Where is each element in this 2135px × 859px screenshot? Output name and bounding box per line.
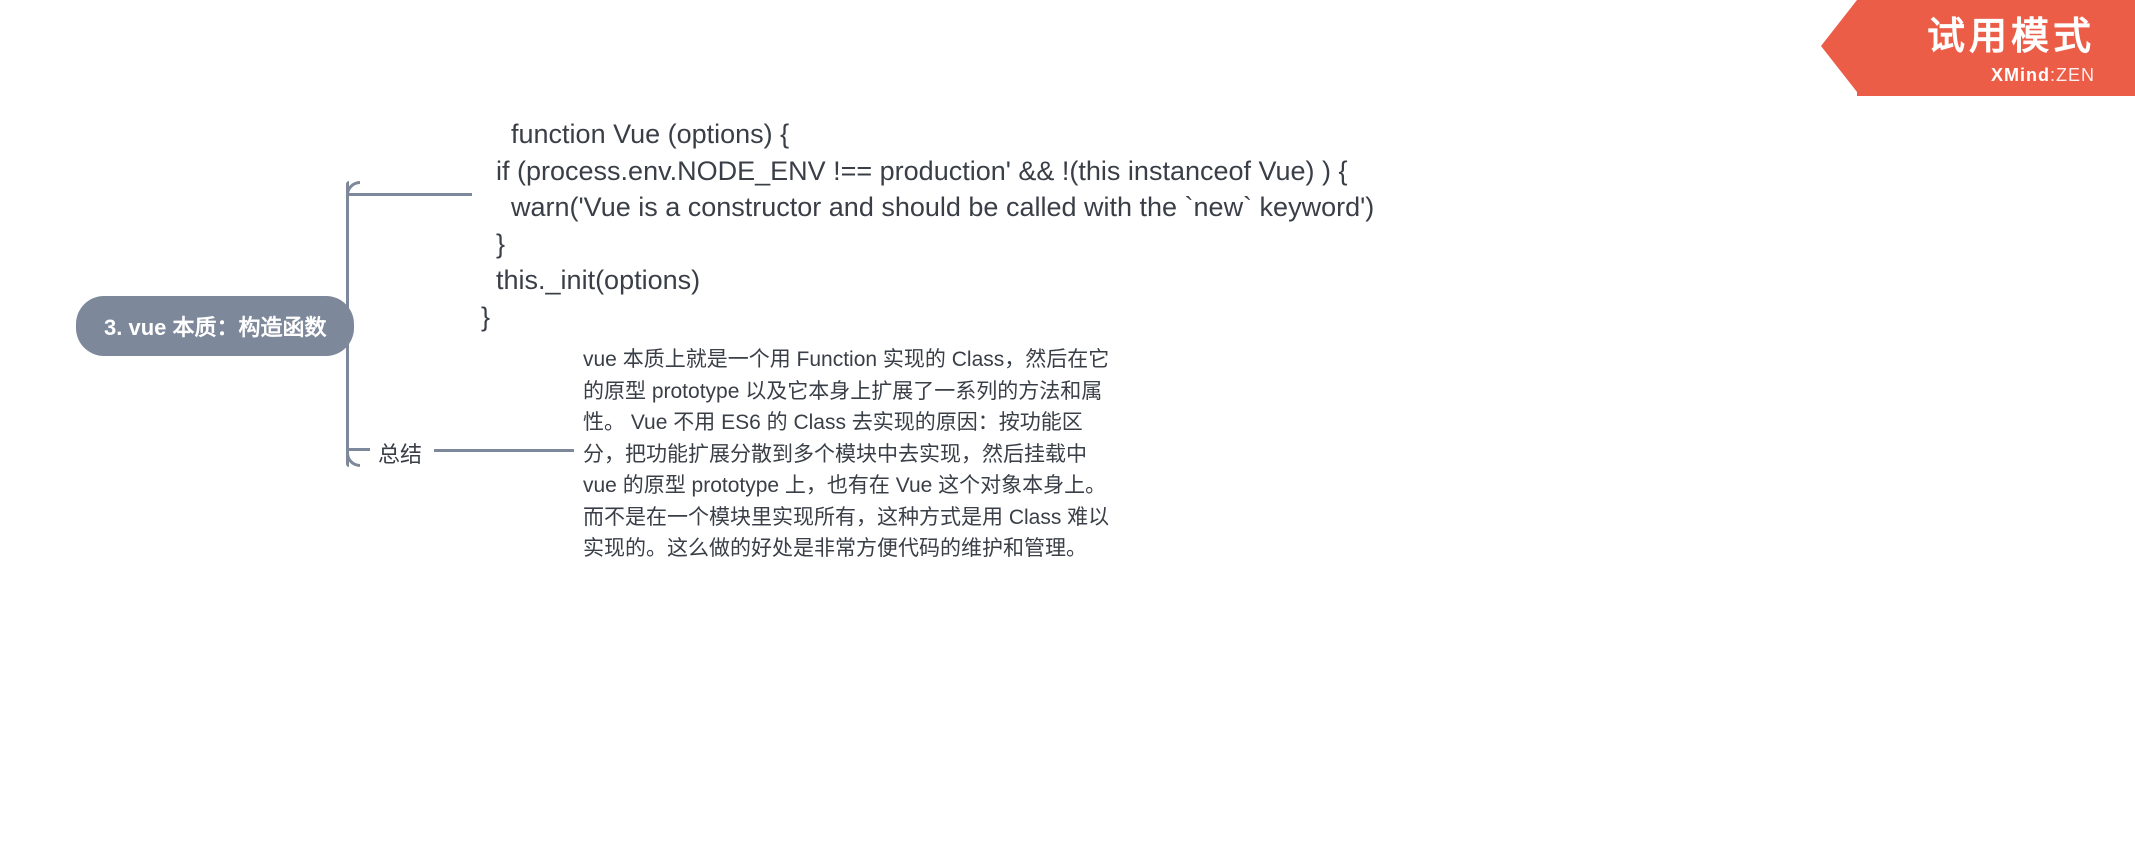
summary-body-text: vue 本质上就是一个用 Function 实现的 Class，然后在它的原型 … (583, 348, 1109, 560)
watermark-badge: 试用模式 XMind:ZEN (1857, 0, 2135, 96)
root-topic-label: 3. vue 本质：构造函数 (104, 315, 326, 340)
connector (346, 448, 370, 451)
connector (346, 193, 472, 196)
root-topic[interactable]: 3. vue 本质：构造函数 (76, 296, 354, 356)
child-topic-code[interactable]: function Vue (options) { if (process.env… (481, 80, 1501, 372)
connector (330, 319, 346, 322)
connector (434, 449, 574, 452)
watermark-brand: XMind:ZEN (1927, 64, 2095, 87)
mindmap-canvas[interactable]: 试用模式 XMind:ZEN 3. vue 本质：构造函数 function V… (0, 0, 2135, 859)
grandchild-topic-summary-body[interactable]: vue 本质上就是一个用 Function 实现的 Class，然后在它的原型 … (583, 344, 1113, 565)
child-topic-summary[interactable]: 总结 (378, 437, 422, 469)
code-text: function Vue (options) { if (process.env… (481, 119, 1374, 331)
summary-label-text: 总结 (378, 442, 422, 467)
connector (346, 181, 349, 467)
watermark-title: 试用模式 (1927, 14, 2095, 62)
